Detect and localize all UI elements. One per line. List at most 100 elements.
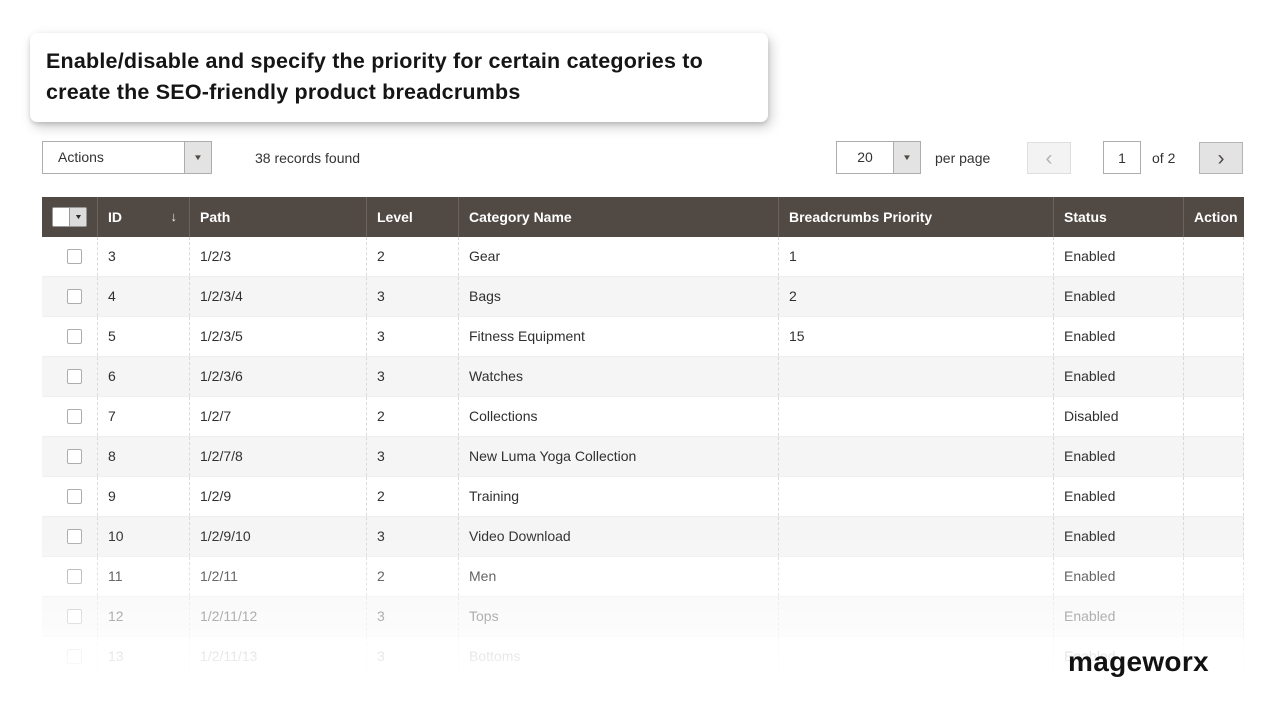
row-checkbox[interactable] bbox=[67, 449, 82, 464]
cell-path: 1/2/7 bbox=[189, 397, 366, 436]
cell-name: Collections bbox=[458, 397, 778, 436]
cell-status: Disabled bbox=[1053, 397, 1183, 436]
chevron-down-icon: ▼ bbox=[893, 142, 920, 173]
cell-action bbox=[1183, 557, 1244, 596]
row-checkbox[interactable] bbox=[67, 569, 82, 584]
row-checkbox[interactable] bbox=[67, 369, 82, 384]
cell-status: Enabled bbox=[1053, 597, 1183, 636]
cell-action bbox=[1183, 477, 1244, 516]
table-row: 101/2/9/103Video DownloadEnabled bbox=[42, 517, 1244, 557]
row-checkbox[interactable] bbox=[67, 249, 82, 264]
chevron-down-icon: ▼ bbox=[184, 142, 211, 173]
row-checkbox[interactable] bbox=[67, 529, 82, 544]
cell-priority bbox=[778, 437, 1053, 476]
column-header-id[interactable]: ID↓ bbox=[97, 197, 189, 237]
cell-path: 1/2/3/4 bbox=[189, 277, 366, 316]
cell-level: 3 bbox=[366, 317, 458, 356]
cell-level: 3 bbox=[366, 277, 458, 316]
cell-level: 2 bbox=[366, 557, 458, 596]
cell-id: 13 bbox=[97, 637, 189, 676]
column-label: Breadcrumbs Priority bbox=[789, 209, 932, 225]
select-all-checkbox[interactable] bbox=[53, 208, 69, 226]
column-label: Path bbox=[200, 209, 230, 225]
cell-status: Enabled bbox=[1053, 237, 1183, 276]
column-label: Category Name bbox=[469, 209, 572, 225]
cell-id: 5 bbox=[97, 317, 189, 356]
select-all-dropdown[interactable]: ▼ bbox=[52, 207, 87, 227]
column-header-level[interactable]: Level bbox=[366, 197, 458, 237]
column-label: Action bbox=[1194, 209, 1238, 225]
table-row: 91/2/92TrainingEnabled bbox=[42, 477, 1244, 517]
cell-priority: 1 bbox=[778, 237, 1053, 276]
row-checkbox[interactable] bbox=[67, 289, 82, 304]
cell-action bbox=[1183, 437, 1244, 476]
table-row: 81/2/7/83New Luma Yoga CollectionEnabled bbox=[42, 437, 1244, 477]
cell-name: Bags bbox=[458, 277, 778, 316]
page-number-input[interactable] bbox=[1103, 141, 1141, 174]
next-page-button[interactable]: › bbox=[1199, 142, 1243, 174]
actions-dropdown[interactable]: Actions ▼ bbox=[42, 141, 212, 174]
column-label: Level bbox=[377, 209, 413, 225]
cell-id: 3 bbox=[97, 237, 189, 276]
cell-status: Enabled bbox=[1053, 277, 1183, 316]
table-row: 121/2/11/123TopsEnabled bbox=[42, 597, 1244, 637]
tooltip-callout: Enable/disable and specify the priority … bbox=[30, 33, 768, 122]
cell-level: 3 bbox=[366, 357, 458, 396]
cell-path: 1/2/7/8 bbox=[189, 437, 366, 476]
row-checkbox-cell bbox=[42, 477, 97, 516]
cell-id: 6 bbox=[97, 357, 189, 396]
cell-priority bbox=[778, 397, 1053, 436]
table-row: 31/2/32Gear1Enabled bbox=[42, 237, 1244, 277]
previous-page-button[interactable]: ‹ bbox=[1027, 142, 1071, 174]
table-row: 131/2/11/133BottomsEnabled bbox=[42, 637, 1244, 677]
row-checkbox[interactable] bbox=[67, 329, 82, 344]
cell-path: 1/2/9/10 bbox=[189, 517, 366, 556]
chevron-right-icon: › bbox=[1218, 148, 1225, 169]
row-checkbox-cell bbox=[42, 557, 97, 596]
cell-name: Tops bbox=[458, 597, 778, 636]
cell-level: 2 bbox=[366, 477, 458, 516]
cell-level: 3 bbox=[366, 437, 458, 476]
table-row: 111/2/112MenEnabled bbox=[42, 557, 1244, 597]
column-header-action[interactable]: Action bbox=[1183, 197, 1244, 237]
column-header-path[interactable]: Path bbox=[189, 197, 366, 237]
grid-body: 31/2/32Gear1Enabled41/2/3/43Bags2Enabled… bbox=[42, 237, 1244, 677]
row-checkbox[interactable] bbox=[67, 489, 82, 504]
cell-status: Enabled bbox=[1053, 517, 1183, 556]
cell-id: 12 bbox=[97, 597, 189, 636]
cell-status: Enabled bbox=[1053, 357, 1183, 396]
cell-priority bbox=[778, 517, 1053, 556]
row-checkbox-cell bbox=[42, 397, 97, 436]
column-header-name[interactable]: Category Name bbox=[458, 197, 778, 237]
row-checkbox[interactable] bbox=[67, 649, 82, 664]
row-checkbox-cell bbox=[42, 277, 97, 316]
cell-level: 3 bbox=[366, 517, 458, 556]
cell-path: 1/2/11 bbox=[189, 557, 366, 596]
row-checkbox[interactable] bbox=[67, 609, 82, 624]
cell-action bbox=[1183, 597, 1244, 636]
cell-name: Video Download bbox=[458, 517, 778, 556]
cell-name: New Luma Yoga Collection bbox=[458, 437, 778, 476]
cell-action bbox=[1183, 397, 1244, 436]
cell-priority bbox=[778, 357, 1053, 396]
cell-id: 4 bbox=[97, 277, 189, 316]
cell-priority bbox=[778, 637, 1053, 676]
column-label: Status bbox=[1064, 209, 1107, 225]
table-row: 61/2/3/63WatchesEnabled bbox=[42, 357, 1244, 397]
cell-path: 1/2/11/12 bbox=[189, 597, 366, 636]
row-checkbox-cell bbox=[42, 517, 97, 556]
row-checkbox-cell bbox=[42, 317, 97, 356]
row-checkbox-cell bbox=[42, 637, 97, 676]
per-page-dropdown[interactable]: 20 ▼ bbox=[836, 141, 921, 174]
column-header-status[interactable]: Status bbox=[1053, 197, 1183, 237]
row-checkbox[interactable] bbox=[67, 409, 82, 424]
cell-path: 1/2/9 bbox=[189, 477, 366, 516]
categories-grid: ▼ ID↓ Path Level Category Name Breadcrumbs P… bbox=[42, 197, 1244, 677]
cell-status: Enabled bbox=[1053, 437, 1183, 476]
column-header-priority[interactable]: Breadcrumbs Priority bbox=[778, 197, 1053, 237]
cell-status: Enabled bbox=[1053, 477, 1183, 516]
cell-status: Enabled bbox=[1053, 317, 1183, 356]
cell-name: Men bbox=[458, 557, 778, 596]
cell-level: 2 bbox=[366, 397, 458, 436]
row-checkbox-cell bbox=[42, 597, 97, 636]
